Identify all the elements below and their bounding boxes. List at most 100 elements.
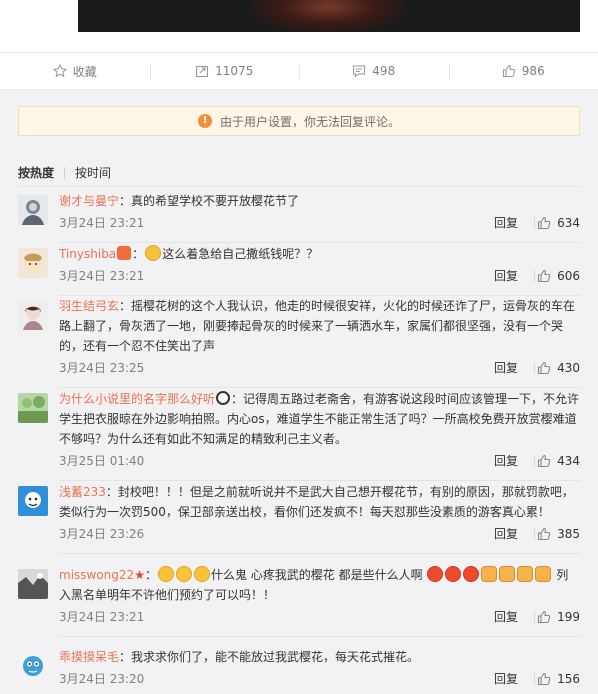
comment-username[interactable]: Tinyshiba [59, 247, 116, 261]
comment-like-count: 634 [557, 216, 580, 230]
comment-username[interactable]: 羽生结弓玄 [59, 299, 119, 313]
fist-emoji-icon [481, 566, 498, 582]
comment-meta: 3月24日 23:25 回复 430 [59, 358, 580, 378]
comment-divider [59, 480, 580, 481]
tab-sort-hot[interactable]: 按热度 [18, 164, 54, 181]
comment-like-button[interactable]: 430 [537, 358, 580, 378]
comment-like-count: 430 [557, 361, 580, 375]
thumbs-up-icon [538, 610, 551, 624]
comment-time: 3月24日 23:25 [59, 361, 145, 375]
comment-username[interactable]: 乖摸摸呆毛 [59, 650, 119, 664]
repost-icon [196, 65, 209, 78]
comment-like-count: 606 [557, 269, 580, 283]
avatar[interactable] [18, 486, 48, 516]
comment-meta: 3月24日 23:21 回复 634 [59, 213, 580, 233]
comment-divider [59, 242, 580, 243]
avatar[interactable] [18, 569, 48, 599]
collect-button[interactable]: 收藏 [0, 53, 150, 89]
thumbs-up-icon [538, 269, 551, 283]
sort-divider-line [18, 186, 580, 187]
comment-meta: 3月24日 23:21 回复 199 [59, 607, 580, 627]
comment-username[interactable]: 浅蓄233 [59, 485, 106, 499]
grin-emoji-icon [175, 566, 192, 582]
avatar[interactable] [18, 651, 48, 681]
avatar[interactable] [18, 248, 48, 278]
collect-label: 收藏 [72, 64, 97, 79]
comment-like-count: 434 [557, 454, 580, 468]
comment-divider [59, 553, 580, 554]
like-button[interactable]: 986 [448, 53, 598, 89]
colon: ： [132, 247, 145, 261]
grin-emoji-icon [157, 566, 174, 582]
comment-meta: 3月24日 23:20 回复 156 [59, 669, 580, 689]
reply-button[interactable]: 回复 [494, 524, 536, 544]
comment-button[interactable]: 498 [299, 53, 449, 89]
comment-divider [59, 387, 580, 388]
reply-button[interactable]: 回复 [494, 607, 536, 627]
reply-button[interactable]: 回复 [494, 358, 536, 378]
video-area [0, 0, 598, 50]
notice-text: 由于用户设置，你无法回复评论。 [219, 114, 400, 129]
comment-like-count: 199 [557, 610, 580, 624]
avatar[interactable] [18, 300, 48, 330]
comment-like-button[interactable]: 634 [537, 213, 580, 233]
reply-button[interactable]: 回复 [494, 451, 536, 471]
smile-emoji-icon [145, 245, 162, 261]
comment-meta: 3月24日 23:26 回复 385 [59, 524, 580, 544]
comment-like-button[interactable]: 199 [537, 607, 580, 627]
comment-time: 3月25日 01:40 [59, 454, 145, 468]
comment-time: 3月24日 23:20 [59, 672, 145, 686]
comment-text: 什么鬼 心疼我武的樱花 都是些什么人啊 [210, 568, 423, 582]
panda-emoji-icon [216, 391, 231, 405]
comment-text: ：摇樱花树的这个人我认识，他走的时候很安祥，火化的时候还诈了尸，运骨灰的车在路上… [59, 299, 576, 353]
comment-text: ：封校吧！！！但是之前就听说并不是武大自己想开樱花节，有别的原因，那就罚款吧，类… [59, 485, 574, 519]
fist-emoji-icon [535, 566, 552, 582]
comment-time: 3月24日 23:21 [59, 269, 145, 283]
video-thumbnail[interactable] [78, 0, 580, 32]
reply-button[interactable]: 回复 [494, 669, 536, 689]
comment-divider [59, 636, 580, 637]
comment-like-button[interactable]: 434 [537, 451, 580, 471]
comment-username[interactable]: 为什么小说里的名字那么好听 [59, 392, 215, 406]
avatar[interactable] [18, 393, 48, 423]
comments-panel: ! 由于用户设置，你无法回复评论。 按热度 按时间 谢才与曼宁：真的希望学校不要… [0, 90, 598, 694]
comment-text: ：真的希望学校不要开放樱花节了 [119, 194, 300, 208]
comment-username[interactable]: misswong22 [59, 568, 134, 582]
red-star-icon: ★ [134, 568, 145, 582]
thumbs-up-icon [502, 64, 516, 78]
colon: ： [144, 568, 157, 582]
thumbs-up-icon [538, 361, 551, 375]
thumbs-up-icon [538, 527, 551, 541]
thumbs-up-icon [538, 672, 551, 686]
angry-emoji-icon [463, 566, 480, 582]
repost-button[interactable]: 11075 [149, 53, 300, 89]
reply-button[interactable]: 回复 [494, 266, 536, 286]
comment-meta: 3月25日 01:40 回复 434 [59, 451, 580, 471]
tab-sort-time[interactable]: 按时间 [75, 164, 111, 181]
repost-count: 11075 [215, 64, 254, 78]
comment-text: ：我求求你们了，能不能放过我武樱花，每天花式摧花。 [119, 650, 420, 664]
comment-like-button[interactable]: 606 [537, 266, 580, 286]
comment-meta: 3月24日 23:21 回复 606 [59, 266, 580, 286]
avatar[interactable] [18, 195, 48, 225]
comment-like-count: 156 [557, 672, 580, 686]
comment-text: 这么着急给自己撒纸钱呢？？ [162, 247, 319, 261]
vip-badge-icon [117, 246, 132, 260]
comment-icon [353, 65, 366, 78]
warning-icon: ! [197, 114, 212, 128]
angry-emoji-icon [445, 566, 462, 582]
comment-count: 498 [372, 64, 396, 78]
like-count: 986 [521, 64, 545, 78]
fist-emoji-icon [517, 566, 534, 582]
comment-username[interactable]: 谢才与曼宁 [59, 194, 119, 208]
comment-time: 3月24日 23:21 [59, 216, 145, 230]
sort-divider [64, 166, 66, 179]
fist-emoji-icon [499, 566, 516, 582]
reply-button[interactable]: 回复 [494, 213, 536, 233]
comment-like-button[interactable]: 385 [537, 524, 580, 544]
comment-like-button[interactable]: 156 [537, 669, 580, 689]
action-bar: 收藏 11075 498 986 [0, 52, 598, 90]
comment-time: 3月24日 23:21 [59, 610, 145, 624]
grin-emoji-icon [193, 566, 210, 582]
angry-emoji-icon [427, 566, 444, 582]
